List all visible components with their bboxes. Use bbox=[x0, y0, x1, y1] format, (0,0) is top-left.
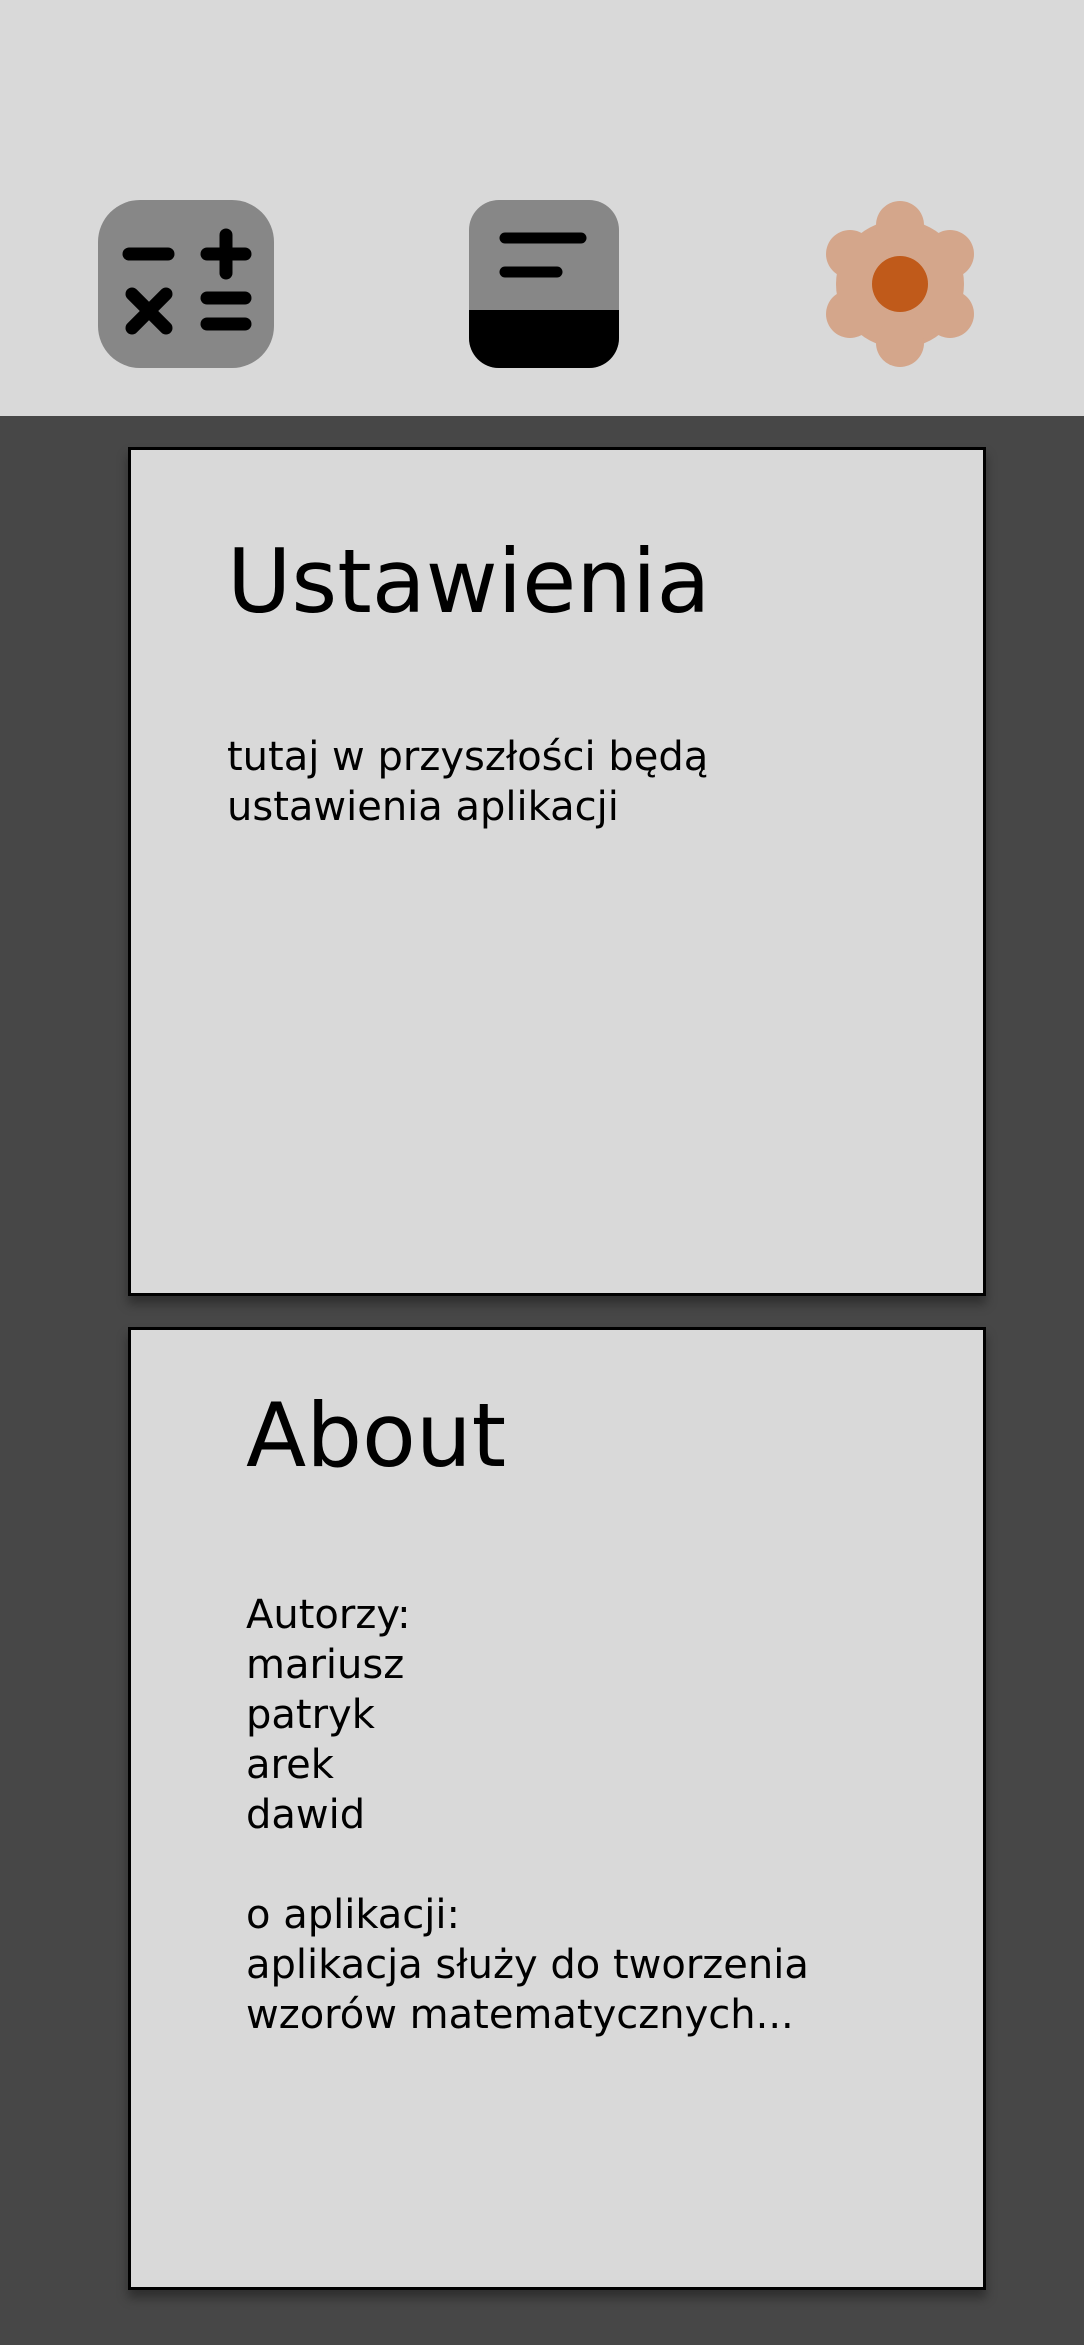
about-description: Autorzy: mariusz patryk arek dawid o apl… bbox=[246, 1592, 809, 2038]
top-toolbar bbox=[0, 0, 1084, 416]
about-card: About Autorzy: mariusz patryk arek dawid… bbox=[128, 1327, 986, 2290]
about-title: About bbox=[246, 1384, 507, 1487]
notes-icon bbox=[469, 200, 619, 368]
settings-button[interactable] bbox=[814, 200, 986, 368]
settings-card: Ustawienia tutaj w przyszłości będą usta… bbox=[128, 447, 986, 1296]
settings-description: tutaj w przyszłości będą ustawienia apli… bbox=[227, 734, 709, 830]
settings-title: Ustawienia bbox=[227, 530, 711, 633]
notes-button[interactable] bbox=[469, 200, 619, 368]
calculator-icon bbox=[98, 200, 274, 368]
calculator-button[interactable] bbox=[98, 200, 274, 368]
gear-icon bbox=[826, 201, 974, 367]
